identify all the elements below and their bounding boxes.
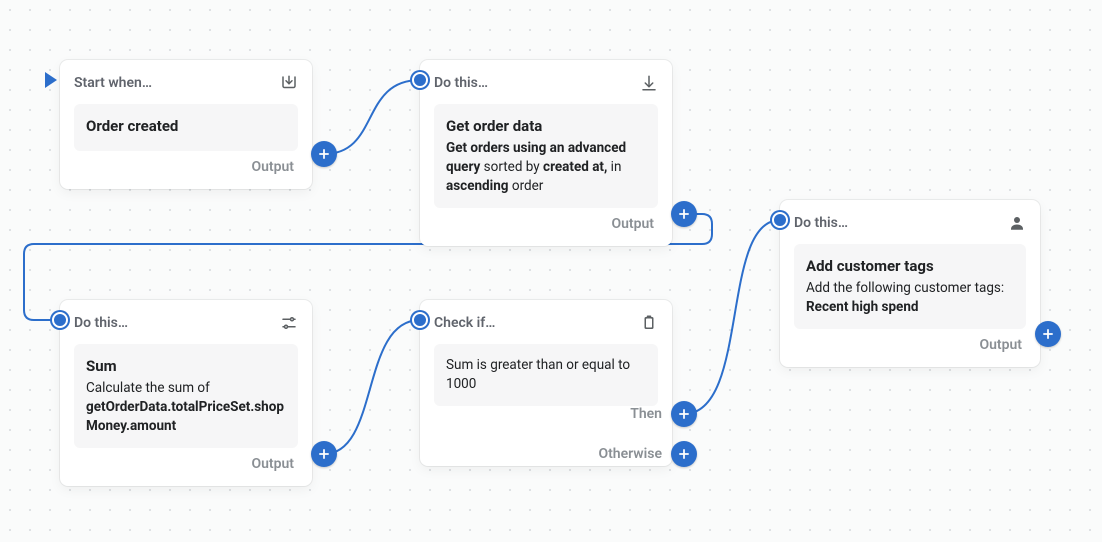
output-label: Output	[979, 337, 1022, 353]
node-body-description: Calculate the sum of getOrderData.totalP…	[86, 379, 286, 436]
add-then-button[interactable]	[671, 401, 697, 427]
output-label: Output	[251, 456, 294, 472]
node-body-description: Get orders using an advanced query sorte…	[446, 139, 646, 196]
import-icon	[280, 74, 298, 92]
node-header-label: Start when…	[74, 75, 152, 91]
node-sum[interactable]: Do this… Sum Calculate the sum of getOrd…	[60, 300, 312, 486]
input-port[interactable]	[412, 312, 428, 328]
input-port[interactable]	[52, 312, 68, 328]
node-body-title: Order created	[86, 116, 286, 137]
node-add-customer-tags[interactable]: Do this… Add customer tags Add the follo…	[780, 200, 1040, 367]
node-body: Sum Calculate the sum of getOrderData.to…	[74, 344, 298, 448]
node-get-order-data[interactable]: Do this… Get order data Get orders using…	[420, 60, 672, 246]
output-label: Output	[611, 216, 654, 232]
node-body-description: Add the following customer tags: Recent …	[806, 279, 1014, 317]
add-otherwise-button[interactable]	[671, 441, 697, 467]
node-start-when[interactable]: Start when… Order created Output	[60, 60, 312, 189]
node-header-label: Do this…	[434, 75, 488, 91]
clipboard-icon	[640, 314, 658, 332]
start-indicator-icon	[45, 72, 57, 88]
node-check-if[interactable]: Check if… Sum is greater than or equal t…	[420, 300, 672, 466]
node-body: Order created	[74, 104, 298, 151]
node-body-title: Add customer tags	[806, 256, 1014, 277]
node-header-label: Do this…	[74, 315, 128, 331]
node-body-title: Sum	[86, 356, 286, 377]
then-label: Then	[618, 406, 662, 422]
input-port[interactable]	[412, 72, 428, 88]
add-output-button[interactable]	[311, 141, 337, 167]
workflow-canvas[interactable]: Start when… Order created Output Do this…	[0, 0, 1102, 542]
node-body-title: Get order data	[446, 116, 646, 137]
node-body: Add customer tags Add the following cust…	[794, 244, 1026, 329]
adjust-icon	[280, 314, 298, 332]
add-output-button[interactable]	[671, 201, 697, 227]
person-icon	[1008, 214, 1026, 232]
node-body: Get order data Get orders using an advan…	[434, 104, 658, 208]
input-port[interactable]	[772, 212, 788, 228]
add-output-button[interactable]	[1035, 321, 1061, 347]
download-icon	[640, 74, 658, 92]
output-label: Output	[251, 159, 294, 175]
node-body: Sum is greater than or equal to 1000	[434, 344, 658, 406]
node-header-label: Do this…	[794, 215, 848, 231]
condition-text: Sum is greater than or equal to 1000	[446, 356, 646, 394]
add-output-button[interactable]	[311, 441, 337, 467]
node-header-label: Check if…	[434, 315, 495, 331]
otherwise-label: Otherwise	[582, 446, 662, 462]
